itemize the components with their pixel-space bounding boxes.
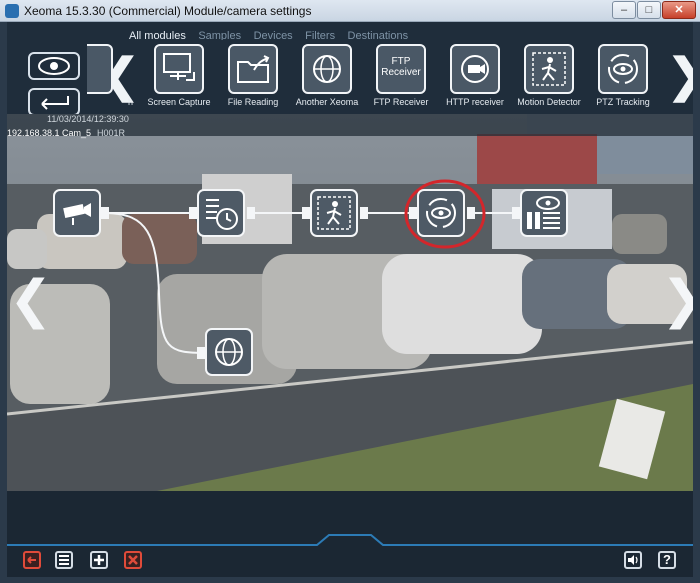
another-xeoma-icon bbox=[302, 44, 352, 94]
scheduler-icon bbox=[206, 199, 238, 230]
motion-detector-icon bbox=[524, 44, 574, 94]
module-settings-panel: All modules Samples Devices Filters Dest… bbox=[7, 22, 693, 577]
bottom-toolbar: ? bbox=[7, 491, 693, 577]
list-button[interactable] bbox=[55, 551, 73, 569]
camera-icon bbox=[63, 203, 91, 225]
return-arrow-icon bbox=[41, 96, 69, 110]
module-screen-capture[interactable]: Screen Capture bbox=[139, 44, 219, 107]
ptz-tracking-icon bbox=[598, 44, 648, 94]
plus-icon bbox=[94, 555, 104, 565]
module-partial[interactable]: h bbox=[87, 44, 133, 107]
partial-module-icon bbox=[87, 44, 113, 94]
preview-archive-icon bbox=[527, 196, 560, 229]
module-another-xeoma[interactable]: Another Xeoma bbox=[287, 44, 367, 107]
exit-button[interactable] bbox=[23, 551, 41, 569]
back-return-button[interactable] bbox=[28, 88, 80, 116]
add-button[interactable] bbox=[90, 551, 108, 569]
palette-next-arrow[interactable]: ❯ bbox=[667, 52, 693, 98]
bottom-panel-handle[interactable] bbox=[7, 531, 693, 551]
xeoma-app-icon bbox=[5, 4, 19, 18]
another-xeoma-icon bbox=[215, 338, 243, 366]
view-toggle-button[interactable] bbox=[28, 52, 80, 80]
chain-another-xeoma-module[interactable] bbox=[205, 328, 253, 376]
exit-arrow-icon bbox=[27, 556, 36, 564]
chain-camera-module[interactable] bbox=[53, 189, 101, 237]
module-http-receiver[interactable]: HTTP receiver bbox=[435, 44, 515, 107]
maximize-button[interactable]: □ bbox=[637, 1, 661, 19]
file-reading-icon bbox=[228, 44, 278, 94]
module-ptz-tracking[interactable]: PTZ Tracking bbox=[583, 44, 663, 107]
module-palette: ❮ h Screen Capture File Reading Another … bbox=[7, 40, 693, 116]
screen-capture-icon bbox=[154, 44, 204, 94]
motion-detector-icon bbox=[317, 196, 351, 230]
ptz-tracking-icon bbox=[426, 198, 456, 228]
module-ftp-receiver[interactable]: FTP Receiver FTP Receiver bbox=[361, 44, 441, 107]
chain-scheduler-module[interactable] bbox=[197, 189, 245, 237]
help-button[interactable]: ? bbox=[658, 551, 676, 569]
close-button[interactable]: ✕ bbox=[662, 1, 696, 19]
http-receiver-icon bbox=[450, 44, 500, 94]
speaker-icon bbox=[628, 555, 638, 565]
camera-prev-arrow[interactable]: ❮ bbox=[9, 274, 53, 326]
window-title: Xeoma 15.3.30 (Commercial) Module/camera… bbox=[24, 4, 312, 18]
sound-button[interactable] bbox=[624, 551, 642, 569]
delete-button[interactable] bbox=[124, 551, 142, 569]
ftp-receiver-icon: FTP Receiver bbox=[376, 44, 426, 94]
camera-preview: 192.168.38.1 Cam_5 11/03/2014/12:39:30 H… bbox=[7, 114, 693, 491]
chain-preview-archive-module[interactable] bbox=[520, 189, 568, 237]
list-icon bbox=[59, 555, 69, 565]
chain-motion-detector-module[interactable] bbox=[310, 189, 358, 237]
window-titlebar: Xeoma 15.3.30 (Commercial) Module/camera… bbox=[0, 0, 700, 22]
minimize-button[interactable]: – bbox=[612, 1, 636, 19]
close-x-icon bbox=[128, 555, 138, 565]
camera-next-arrow[interactable]: ❯ bbox=[661, 274, 693, 326]
module-motion-detector[interactable]: Motion Detector bbox=[509, 44, 589, 107]
module-chain-connectors bbox=[101, 179, 520, 359]
chain-ptz-tracking-module[interactable] bbox=[417, 189, 465, 237]
eye-icon bbox=[38, 57, 70, 75]
module-file-reading[interactable]: File Reading bbox=[213, 44, 293, 107]
